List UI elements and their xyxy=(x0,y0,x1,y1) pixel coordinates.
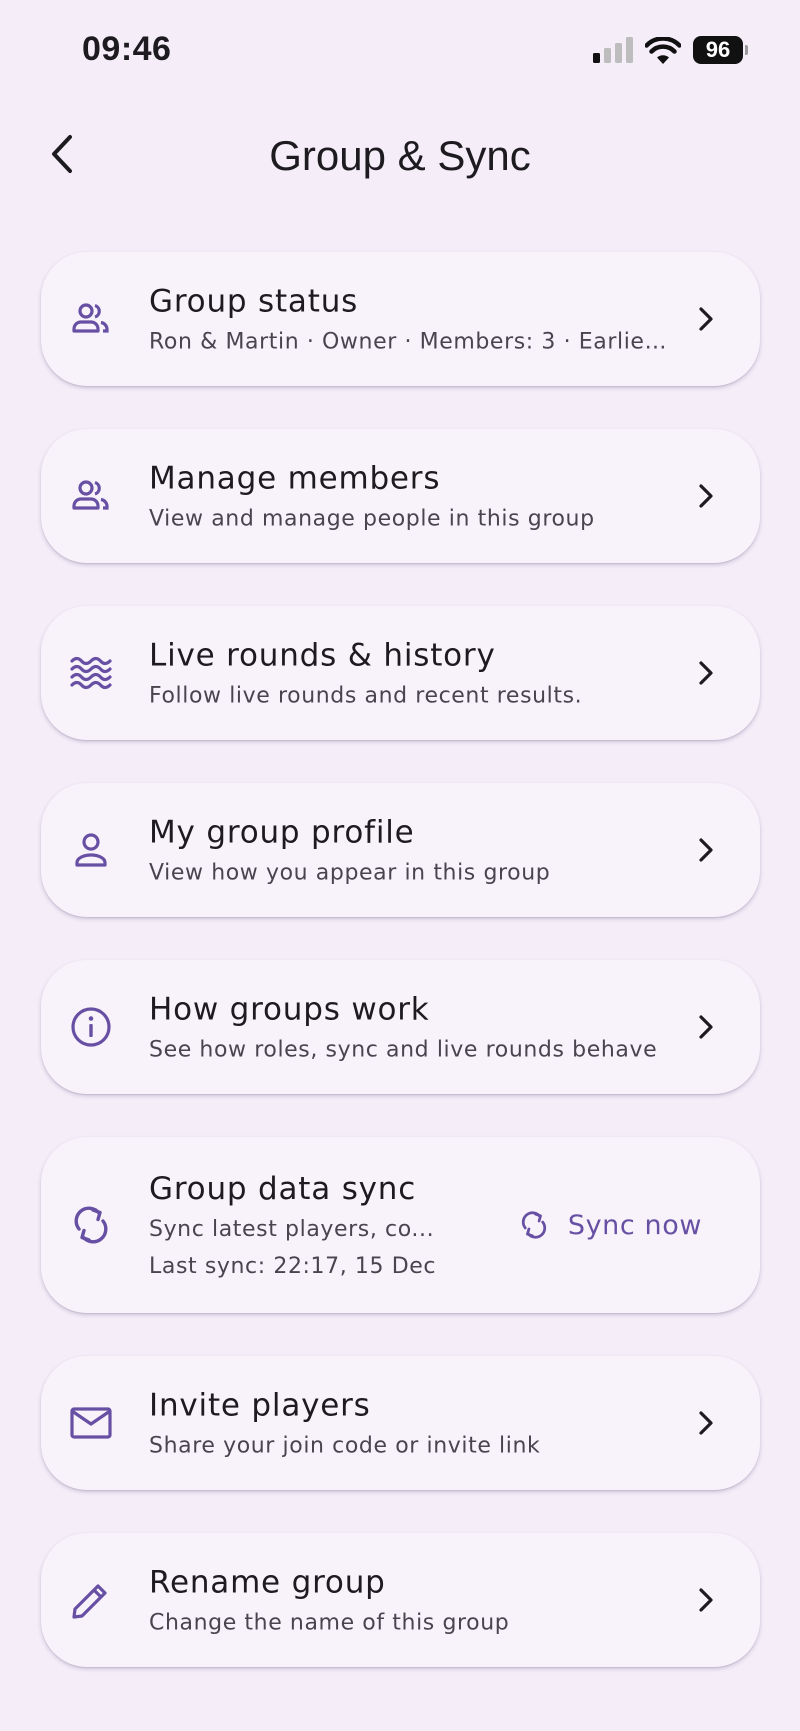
app-bar: Group & Sync xyxy=(0,110,800,200)
item-title: Group data sync xyxy=(149,1171,417,1207)
manage-members-item[interactable]: Manage members View and manage people in… xyxy=(41,429,760,563)
chevron-right-icon xyxy=(692,1409,720,1437)
settings-list: Group status Ron & Martin · Owner · Memb… xyxy=(41,252,760,1710)
sync-icon xyxy=(518,1209,550,1241)
status-time: 09:46 xyxy=(82,30,172,68)
item-subtitle: View how you appear in this group xyxy=(149,860,551,886)
chevron-right-icon xyxy=(692,482,720,510)
system-icons: 96 xyxy=(593,36,748,64)
group-icon xyxy=(69,297,113,341)
item-title: How groups work xyxy=(149,991,430,1028)
status-bar: 09:46 96 xyxy=(0,0,800,100)
live-rounds-item[interactable]: Live rounds & history Follow live rounds… xyxy=(41,606,760,740)
page-title: Group & Sync xyxy=(269,132,531,179)
group-icon xyxy=(69,474,113,518)
how-groups-work-item[interactable]: How groups work See how roles, sync and … xyxy=(41,960,760,1094)
item-title: Rename group xyxy=(149,1564,386,1601)
item-title: My group profile xyxy=(149,814,415,851)
info-icon xyxy=(69,1005,113,1049)
chevron-right-icon xyxy=(692,305,720,333)
my-group-profile-item[interactable]: My group profile View how you appear in … xyxy=(41,783,760,917)
group-status-item[interactable]: Group status Ron & Martin · Owner · Memb… xyxy=(41,252,760,386)
item-subtitle: Ron & Martin · Owner · Members: 3 · Earl… xyxy=(149,329,670,355)
sync-now-label: Sync now xyxy=(567,1209,702,1241)
item-subtitle: Change the name of this group xyxy=(149,1610,510,1636)
item-title: Live rounds & history xyxy=(149,637,496,674)
mail-icon xyxy=(69,1401,113,1445)
item-subtitle: Follow live rounds and recent results. xyxy=(149,683,583,709)
last-sync-text: Last sync: 22:17, 15 Dec xyxy=(149,1254,437,1279)
sync-icon xyxy=(69,1203,113,1247)
wifi-icon xyxy=(645,36,681,64)
sync-now-button[interactable]: Sync now xyxy=(518,1209,702,1241)
item-subtitle: Sync latest players, co... xyxy=(149,1217,435,1242)
battery-level: 96 xyxy=(693,36,743,64)
rename-group-item[interactable]: Rename group Change the name of this gro… xyxy=(41,1533,760,1667)
item-title: Group status xyxy=(149,283,359,320)
chevron-right-icon xyxy=(692,836,720,864)
item-title: Manage members xyxy=(149,460,441,497)
item-subtitle: See how roles, sync and live rounds beha… xyxy=(149,1037,658,1063)
cellular-signal-icon xyxy=(593,37,633,63)
chevron-right-icon xyxy=(692,659,720,687)
battery-icon: 96 xyxy=(693,36,748,64)
item-subtitle: Share your join code or invite link xyxy=(149,1433,541,1459)
person-icon xyxy=(69,828,113,872)
item-title: Invite players xyxy=(149,1387,371,1424)
invite-players-item[interactable]: Invite players Share your join code or i… xyxy=(41,1356,760,1490)
chevron-right-icon xyxy=(692,1586,720,1614)
pencil-icon xyxy=(69,1578,113,1622)
chevron-right-icon xyxy=(692,1013,720,1041)
waves-icon xyxy=(69,651,113,695)
item-subtitle: View and manage people in this group xyxy=(149,506,595,532)
group-data-sync-item: Group data sync Sync latest players, co.… xyxy=(41,1137,760,1313)
